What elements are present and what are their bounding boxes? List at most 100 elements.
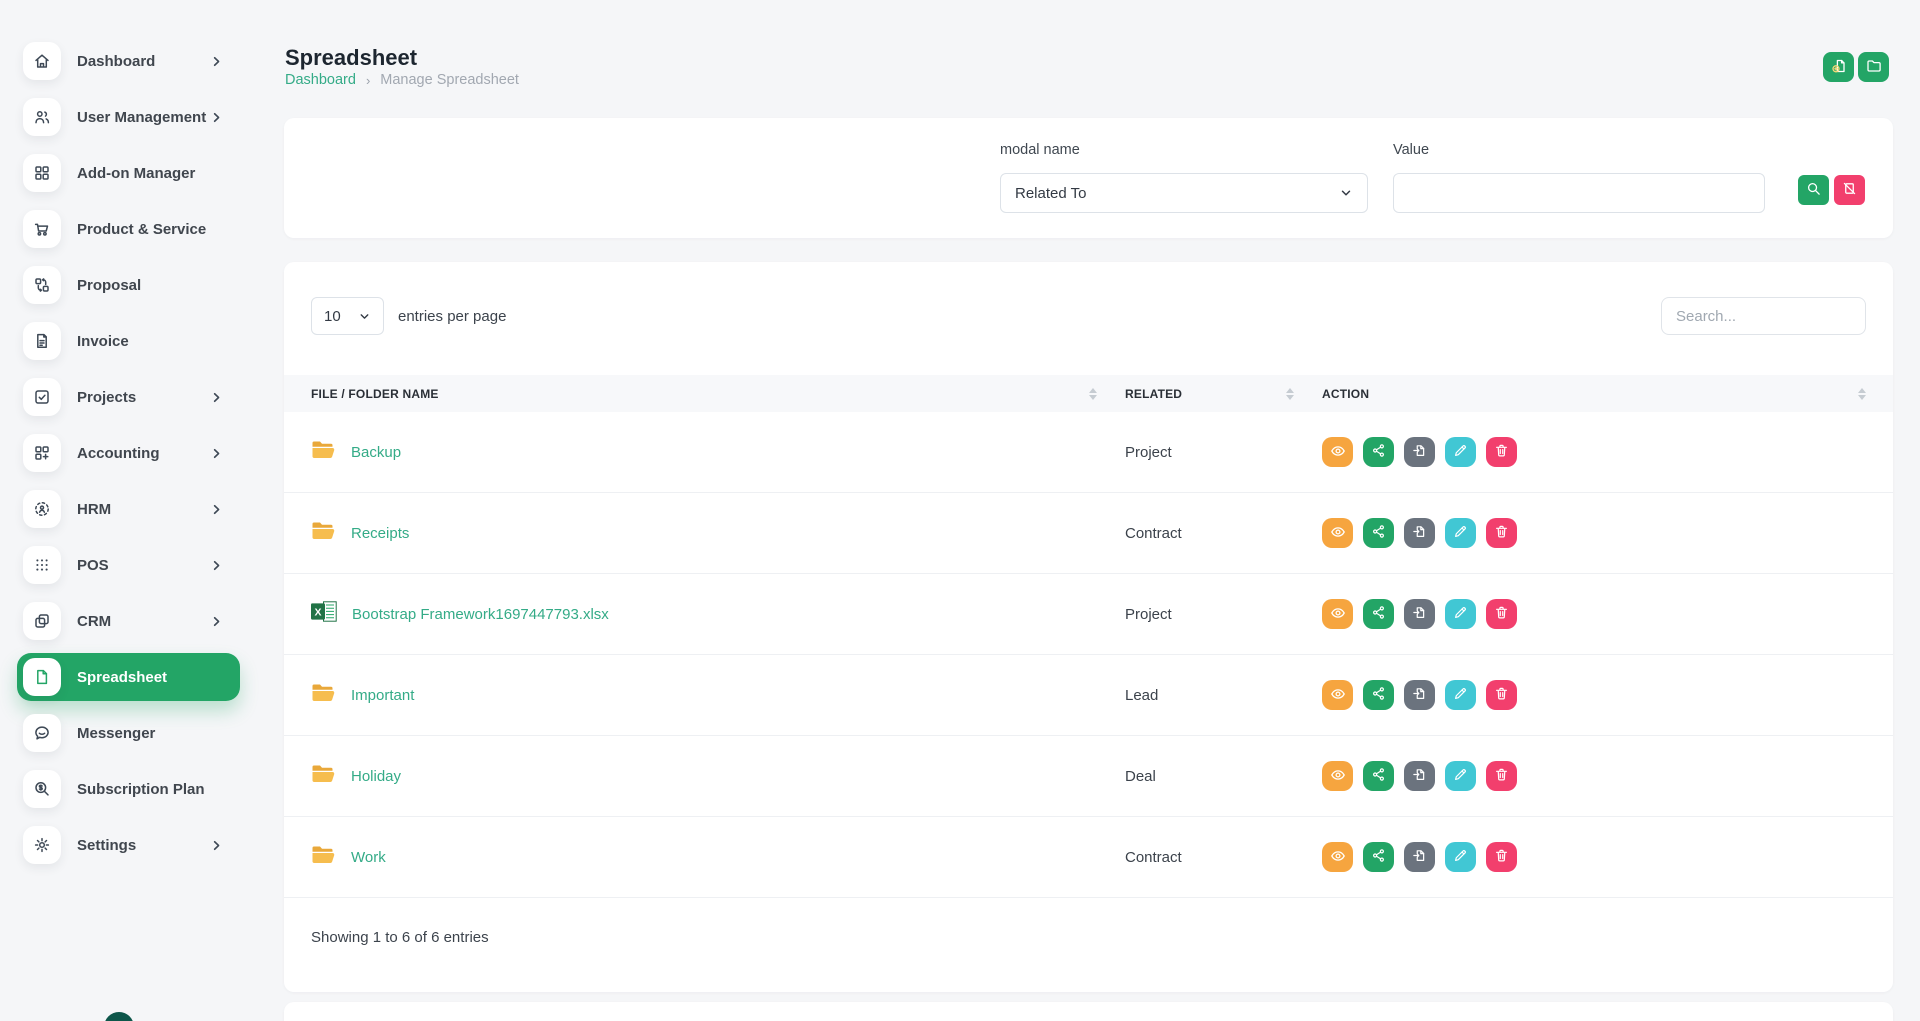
breadcrumb-separator-icon: › <box>366 73 370 88</box>
excel-file-icon: X <box>311 601 337 627</box>
view-button[interactable] <box>1322 518 1353 548</box>
sidebar-item-label: Add-on Manager <box>77 165 195 182</box>
view-button[interactable] <box>1322 761 1353 791</box>
sidebar-item-subscription-plan[interactable]: Subscription Plan <box>17 765 240 813</box>
related-to-selected-value: Related To <box>1015 185 1086 202</box>
sort-icon[interactable] <box>1089 388 1097 400</box>
column-header-file-folder-name[interactable]: FILE / FOLDER NAME <box>311 387 1125 401</box>
model-name-label: modal name <box>1000 142 1080 158</box>
share-button[interactable] <box>1363 680 1394 710</box>
filter-buttons <box>1798 175 1865 205</box>
sidebar-item-projects[interactable]: Projects <box>17 373 240 421</box>
sidebar-item-dashboard[interactable]: Dashboard <box>17 37 240 85</box>
sidebar-item-pos[interactable]: POS <box>17 541 240 589</box>
eye-icon <box>1330 686 1346 705</box>
file-transfer-button[interactable] <box>1404 437 1435 467</box>
value-input[interactable] <box>1393 173 1765 213</box>
file-transfer-button[interactable] <box>1404 680 1435 710</box>
sidebar-item-label: Proposal <box>77 277 141 294</box>
sidebar-item-label: Dashboard <box>77 53 155 70</box>
gear-icon <box>23 826 61 864</box>
pencil-icon <box>1453 767 1468 785</box>
table-row: Backup Project <box>284 412 1893 493</box>
sidebar-item-hrm[interactable]: HRM <box>17 485 240 533</box>
invoice-icon <box>23 322 61 360</box>
edit-button[interactable] <box>1445 518 1476 548</box>
delete-button[interactable] <box>1486 842 1517 872</box>
column-header-related[interactable]: RELATED <box>1125 387 1322 401</box>
sidebar-item-label: Accounting <box>77 445 160 462</box>
share-button[interactable] <box>1363 842 1394 872</box>
share-button[interactable] <box>1363 761 1394 791</box>
row-actions <box>1322 599 1866 629</box>
edit-button[interactable] <box>1445 437 1476 467</box>
breadcrumb-dashboard-link[interactable]: Dashboard <box>285 72 356 88</box>
svg-text:X: X <box>314 607 321 619</box>
copy-icon <box>23 602 61 640</box>
table-search-input[interactable] <box>1661 297 1866 335</box>
edit-button[interactable] <box>1445 761 1476 791</box>
folder-link[interactable]: Backup <box>351 444 401 461</box>
eye-icon <box>1330 848 1346 867</box>
file-icon <box>23 658 61 696</box>
view-button[interactable] <box>1322 437 1353 467</box>
folder-link[interactable]: Holiday <box>351 768 401 785</box>
sidebar-item-label: Messenger <box>77 725 155 742</box>
table-header-row: FILE / FOLDER NAME RELATED ACTION <box>284 375 1893 412</box>
sidebar-item-spreadsheet[interactable]: Spreadsheet <box>17 653 240 701</box>
delete-button[interactable] <box>1486 761 1517 791</box>
create-file-button[interactable] <box>1823 52 1854 82</box>
edit-button[interactable] <box>1445 599 1476 629</box>
delete-button[interactable] <box>1486 680 1517 710</box>
table-row: Work Contract <box>284 817 1893 898</box>
sidebar-item-crm[interactable]: CRM <box>17 597 240 645</box>
sidebar-item-user-management[interactable]: User Management <box>17 93 240 141</box>
related-value: Contract <box>1125 525 1322 542</box>
search-button[interactable] <box>1798 175 1829 205</box>
check-square-icon <box>23 378 61 416</box>
column-header-label: RELATED <box>1125 387 1182 401</box>
users-icon <box>23 98 61 136</box>
related-to-select[interactable]: Related To <box>1000 173 1368 213</box>
edit-button[interactable] <box>1445 680 1476 710</box>
share-button[interactable] <box>1363 599 1394 629</box>
sidebar-item-label: User Management <box>77 109 206 126</box>
file-link[interactable]: Bootstrap Framework1697447793.xlsx <box>352 606 609 623</box>
view-button[interactable] <box>1322 599 1353 629</box>
share-icon <box>1371 524 1386 542</box>
create-folder-button[interactable] <box>1858 52 1889 82</box>
view-button[interactable] <box>1322 680 1353 710</box>
eye-icon <box>1330 443 1346 462</box>
page-size-select[interactable]: 10 <box>311 297 384 335</box>
file-transfer-button[interactable] <box>1404 518 1435 548</box>
sidebar-item-settings[interactable]: Settings <box>17 821 240 869</box>
sort-icon[interactable] <box>1858 388 1866 400</box>
sidebar-item-invoice[interactable]: Invoice <box>17 317 240 365</box>
sidebar-item-accounting[interactable]: Accounting <box>17 429 240 477</box>
sidebar-item-label: Invoice <box>77 333 129 350</box>
sidebar-item-proposal[interactable]: Proposal <box>17 261 240 309</box>
view-button[interactable] <box>1322 842 1353 872</box>
related-value: Deal <box>1125 768 1322 785</box>
delete-button[interactable] <box>1486 437 1517 467</box>
folder-link[interactable]: Important <box>351 687 414 704</box>
edit-button[interactable] <box>1445 842 1476 872</box>
file-transfer-button[interactable] <box>1404 599 1435 629</box>
delete-button[interactable] <box>1486 599 1517 629</box>
file-transfer-button[interactable] <box>1404 842 1435 872</box>
table-row: X Bootstrap Framework1697447793.xlsx Pro… <box>284 574 1893 655</box>
share-button[interactable] <box>1363 437 1394 467</box>
sort-icon[interactable] <box>1286 388 1294 400</box>
folder-link[interactable]: Receipts <box>351 525 409 542</box>
cart-icon <box>23 210 61 248</box>
share-button[interactable] <box>1363 518 1394 548</box>
sidebar-item-product-service[interactable]: Product & Service <box>17 205 240 253</box>
sidebar-item-messenger[interactable]: Messenger <box>17 709 240 757</box>
column-header-action[interactable]: ACTION <box>1322 387 1866 401</box>
folder-link[interactable]: Work <box>351 849 386 866</box>
delete-button[interactable] <box>1486 518 1517 548</box>
file-transfer-button[interactable] <box>1404 761 1435 791</box>
clear-search-button[interactable] <box>1834 175 1865 205</box>
sidebar-item-addon-manager[interactable]: Add-on Manager <box>17 149 240 197</box>
sidebar-item-label: Subscription Plan <box>77 781 205 798</box>
